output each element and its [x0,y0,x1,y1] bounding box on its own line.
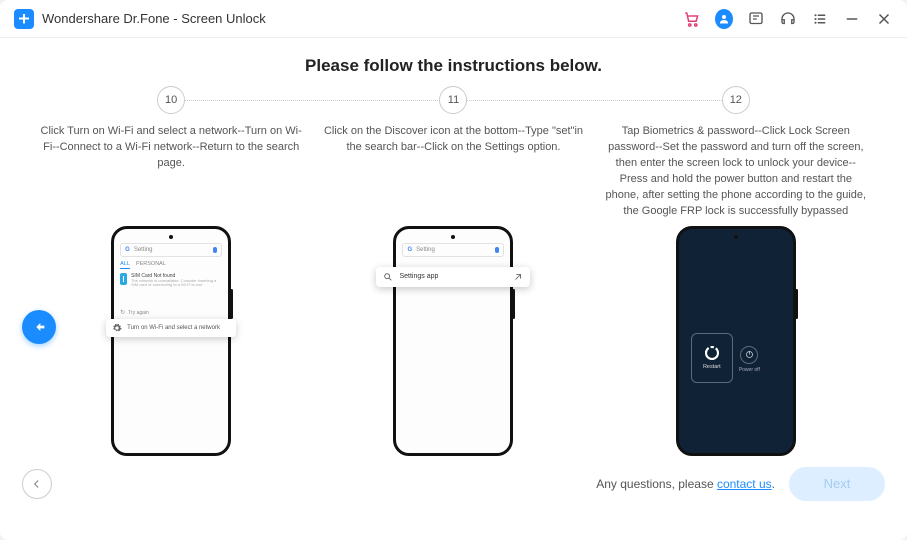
google-logo-icon: G [125,247,130,253]
google-search-bar: G Setting [402,243,504,257]
phone-mock-12: Restart Power off [595,226,877,456]
wifi-popup: Turn on Wi-Fi and select a network [106,319,236,337]
power-label: Power off [739,367,760,373]
menu-icon[interactable] [811,10,829,28]
step-description: Click on the Discover icon at the bottom… [320,124,586,184]
search-text: Setting [134,247,153,253]
app-window: Wondershare Dr.Fone - Screen Unlock [0,0,907,540]
titlebar-actions [683,10,893,28]
settings-popup: Settings app [376,267,530,287]
gear-icon [112,323,122,333]
step-number: 11 [439,86,467,114]
step-number: 10 [157,86,185,114]
phone-frame: Restart Power off [676,226,796,456]
contact-link[interactable]: contact us [717,477,772,491]
phone-mock-11: G Setting Settings app [312,226,594,456]
try-again-label: Try again [128,310,149,316]
feedback-icon[interactable] [747,10,765,28]
cart-icon[interactable] [683,10,701,28]
google-search-bar: G Setting [120,243,222,257]
search-icon [383,272,393,282]
support-icon[interactable] [779,10,797,28]
step-description: Click Turn on Wi-Fi and select a network… [38,124,304,184]
step-12: 12 Tap Biometrics & password--Click Lock… [595,86,877,220]
try-again-row: Try again [120,309,222,316]
step-number: 12 [722,86,750,114]
settings-popup-text: Settings app [399,273,507,280]
phone-frame: G Setting ALL PERSONAL SIM Card Not foun… [111,226,231,456]
sim-card-notice: SIM Card Not found The network is unavai… [120,273,222,288]
search-tabs: ALL PERSONAL [120,261,222,269]
questions-text: Any questions, please contact us. [596,477,775,491]
app-logo-icon [14,9,34,29]
step-11: 11 Click on the Discover icon at the bot… [312,86,594,184]
questions-prefix: Any questions, please [596,477,717,491]
window-title: Wondershare Dr.Fone - Screen Unlock [42,11,266,26]
phone-frame: G Setting Settings app [393,226,513,456]
footer-bar: Any questions, please contact us. Next [0,456,907,512]
phone-camera [734,235,738,239]
phone-mock-10: G Setting ALL PERSONAL SIM Card Not foun… [30,226,312,456]
tab-personal: PERSONAL [136,261,166,269]
search-text: Setting [416,247,435,253]
restart-tile: Restart [691,333,733,383]
title-bar: Wondershare Dr.Fone - Screen Unlock [0,0,907,38]
mic-icon [213,247,217,253]
back-button[interactable] [22,469,52,499]
close-button[interactable] [875,10,893,28]
account-icon[interactable] [715,10,733,28]
power-icon [740,346,758,364]
restart-icon [705,346,719,360]
prev-step-button[interactable] [22,310,56,344]
minimize-button[interactable] [843,10,861,28]
mic-icon [495,247,499,253]
steps-row: 10 Click Turn on Wi-Fi and select a netw… [0,76,907,220]
questions-period: . [772,477,775,491]
phone-camera [451,235,455,239]
sim-icon [120,273,127,285]
restart-label: Restart [703,364,721,370]
page-heading: Please follow the instructions below. [0,56,907,76]
sim-subtitle: The network is unavailable. Consider ins… [131,279,222,288]
phone-row: G Setting ALL PERSONAL SIM Card Not foun… [0,220,907,456]
content-area: Please follow the instructions below. 10… [0,38,907,540]
phone-camera [169,235,173,239]
step-description: Tap Biometrics & password--Click Lock Sc… [603,124,869,220]
step-10: 10 Click Turn on Wi-Fi and select a netw… [30,86,312,184]
arrow-icon [513,272,523,282]
tab-all: ALL [120,261,130,269]
power-tile: Power off [739,346,760,373]
next-button[interactable]: Next [789,467,885,501]
wifi-popup-text: Turn on Wi-Fi and select a network [127,325,220,331]
google-logo-icon: G [407,247,412,253]
